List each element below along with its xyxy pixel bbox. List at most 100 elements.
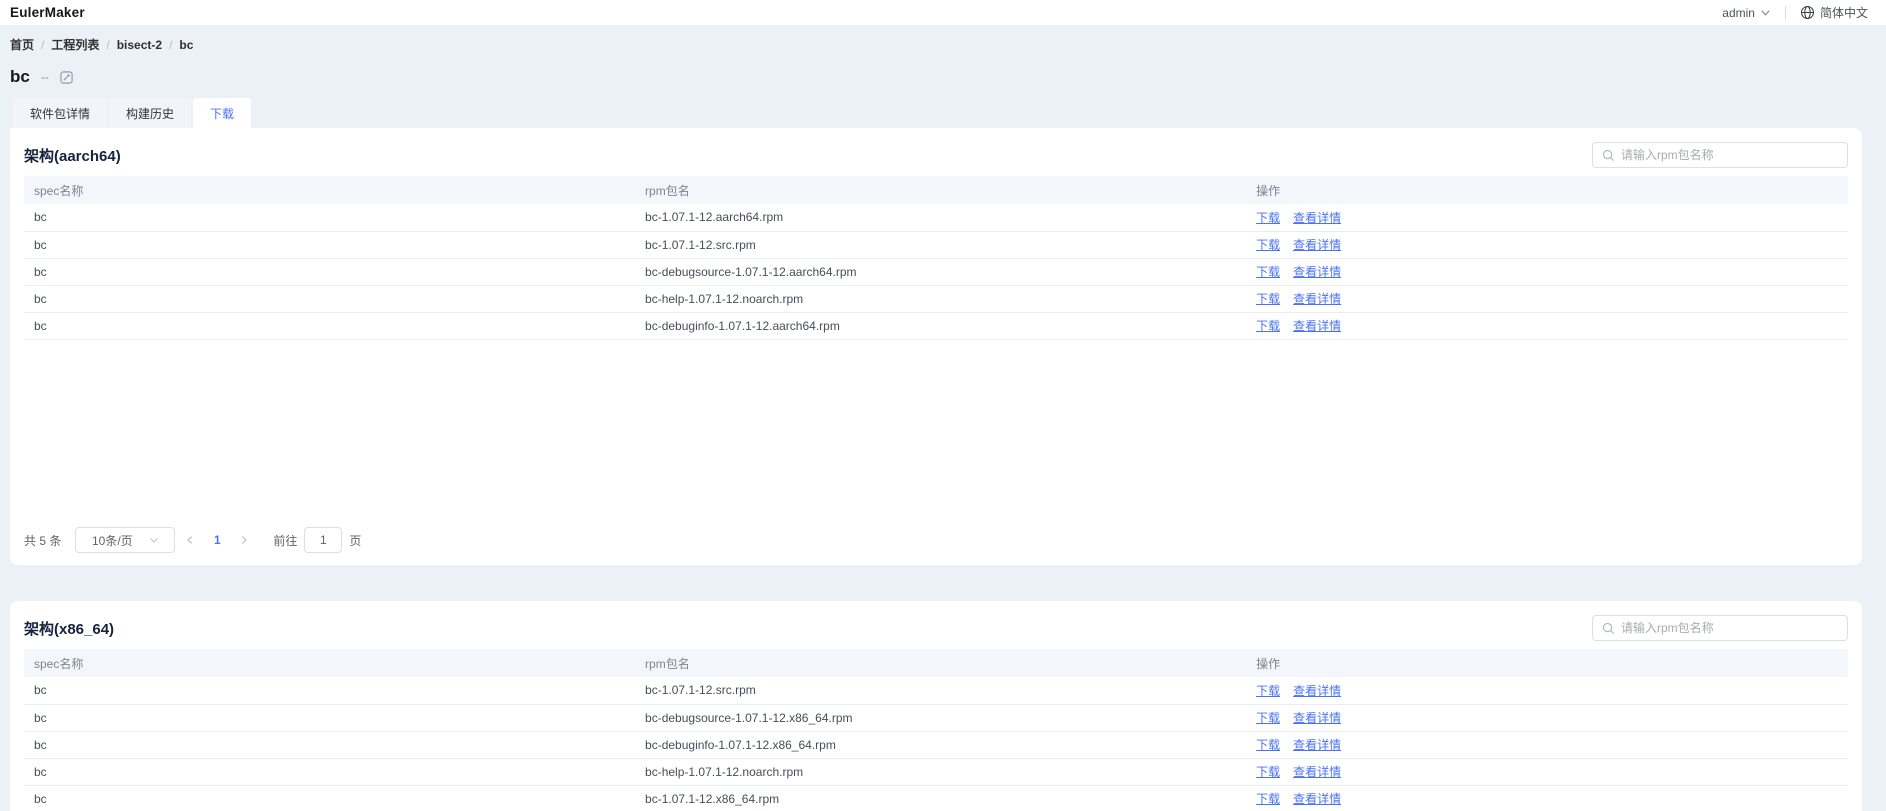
rpm-cell: bc-1.07.1-12.src.rpm <box>635 231 1246 258</box>
page-title: bc <box>10 67 30 87</box>
download-link[interactable]: 下载 <box>1256 265 1280 279</box>
rpm-search-input[interactable] <box>1621 621 1838 635</box>
download-link[interactable]: 下载 <box>1256 738 1280 752</box>
table-row: bcbc-debuginfo-1.07.1-12.x86_64.rpm 下载查看详… <box>24 731 1848 758</box>
brand-logo[interactable]: EulerMaker <box>10 5 85 20</box>
total-count: 共 5 条 <box>24 532 61 549</box>
download-link[interactable]: 下载 <box>1256 684 1280 698</box>
view-details-link[interactable]: 查看详情 <box>1293 765 1341 779</box>
action-cell: 下载查看详情 <box>1246 258 1848 285</box>
rpm-cell: bc-debuginfo-1.07.1-12.x86_64.rpm <box>635 731 1246 758</box>
table-row: bcbc-1.07.1-12.aarch64.rpm下载查看详情 <box>24 204 1848 231</box>
action-cell: 下载查看详情 <box>1246 704 1848 731</box>
download-link[interactable]: 下载 <box>1256 292 1280 306</box>
rpm-cell: bc-help-1.07.1-12.noarch.rpm <box>635 285 1246 312</box>
download-link[interactable]: 下载 <box>1256 211 1280 225</box>
spec-cell: bc <box>24 785 635 811</box>
spec-cell: bc <box>24 285 635 312</box>
section-x86-64: 架构(x86_64) spec名称 rpm包名 操作 bcbc-1.07.1-1… <box>10 601 1862 811</box>
breadcrumb-separator: / <box>106 38 109 52</box>
page-title-row: bc -- <box>10 66 1886 88</box>
breadcrumb-separator: / <box>169 38 172 52</box>
download-link[interactable]: 下载 <box>1256 319 1280 333</box>
table-row: bcbc-debugsource-1.07.1-12.aarch64.rpm下载… <box>24 258 1848 285</box>
spec-cell: bc <box>24 204 635 231</box>
view-details-link[interactable]: 查看详情 <box>1293 792 1341 806</box>
page-size-select[interactable]: 10条/页 <box>75 527 175 553</box>
goto-label: 前往 <box>273 532 297 549</box>
column-header-action: 操作 <box>1246 649 1848 677</box>
column-header-rpm: rpm包名 <box>635 649 1246 677</box>
rpm-cell: bc-1.07.1-12.aarch64.rpm <box>635 204 1246 231</box>
view-details-link[interactable]: 查看详情 <box>1293 711 1341 725</box>
spec-cell: bc <box>24 731 635 758</box>
navbar-right: admin 简体中文 <box>1722 4 1868 21</box>
breadcrumb-separator: / <box>41 38 44 52</box>
top-navbar: EulerMaker admin 简体中文 <box>0 0 1886 26</box>
page-subtitle: -- <box>41 70 49 84</box>
download-link[interactable]: 下载 <box>1256 792 1280 806</box>
page-unit-label: 页 <box>349 532 361 549</box>
prev-page-button[interactable] <box>175 527 205 553</box>
user-menu[interactable]: admin <box>1722 6 1771 20</box>
breadcrumb-item-package: bc <box>179 38 193 52</box>
tab-bar: 软件包详情 构建历史 下载 <box>13 98 1886 128</box>
table-row: bcbc-help-1.07.1-12.noarch.rpm下载查看详情 <box>24 758 1848 785</box>
action-cell: 下载查看详情 <box>1246 677 1848 704</box>
divider <box>1785 6 1786 20</box>
view-details-link[interactable]: 查看详情 <box>1293 211 1341 225</box>
section-aarch64: 架构(aarch64) spec名称 rpm包名 操作 bcbc-1.07.1-… <box>10 128 1862 565</box>
table-row: bcbc-debugsource-1.07.1-12.x86_64.rpm下载查… <box>24 704 1848 731</box>
view-details-link[interactable]: 查看详情 <box>1293 684 1341 698</box>
next-page-button[interactable] <box>229 527 259 553</box>
view-details-link[interactable]: 查看详情 <box>1293 292 1341 306</box>
breadcrumb-item-home[interactable]: 首页 <box>10 36 34 53</box>
tab-package-details[interactable]: 软件包详情 <box>13 98 107 128</box>
table-row: bcbc-help-1.07.1-12.noarch.rpm下载查看详情 <box>24 285 1848 312</box>
download-link[interactable]: 下载 <box>1256 711 1280 725</box>
view-details-link[interactable]: 查看详情 <box>1293 265 1341 279</box>
rpm-cell: bc-1.07.1-12.x86_64.rpm <box>635 785 1246 811</box>
download-link[interactable]: 下载 <box>1256 238 1280 252</box>
action-cell: 下载查看详情 <box>1246 758 1848 785</box>
action-cell: 下载查看详情 <box>1246 285 1848 312</box>
rpm-search-box <box>1592 615 1848 641</box>
pagination: 共 5 条 10条/页 1 前往 页 <box>24 527 1848 553</box>
username: admin <box>1722 6 1755 20</box>
view-details-link[interactable]: 查看详情 <box>1293 738 1341 752</box>
rpm-cell: bc-debugsource-1.07.1-12.x86_64.rpm <box>635 704 1246 731</box>
section-title-x86-64: 架构(x86_64) <box>24 618 114 639</box>
breadcrumb-item-project[interactable]: bisect-2 <box>117 38 162 52</box>
column-header-action: 操作 <box>1246 176 1848 204</box>
search-icon <box>1602 622 1615 635</box>
action-cell: 下载查看详情 <box>1246 231 1848 258</box>
rpm-cell: bc-help-1.07.1-12.noarch.rpm <box>635 758 1246 785</box>
page-number-1[interactable]: 1 <box>205 533 229 547</box>
language-switcher[interactable]: 简体中文 <box>1800 4 1868 21</box>
column-header-spec: spec名称 <box>24 649 635 677</box>
table-row: bcbc-1.07.1-12.src.rpm下载查看详情 <box>24 677 1848 704</box>
rpm-search-box <box>1592 142 1848 168</box>
download-link[interactable]: 下载 <box>1256 765 1280 779</box>
tab-download[interactable]: 下载 <box>193 98 251 128</box>
column-header-spec: spec名称 <box>24 176 635 204</box>
edit-icon[interactable] <box>60 71 73 84</box>
rpm-search-input[interactable] <box>1621 148 1838 162</box>
view-details-link[interactable]: 查看详情 <box>1293 238 1341 252</box>
tab-build-history[interactable]: 构建历史 <box>109 98 191 128</box>
breadcrumb-item-projects[interactable]: 工程列表 <box>51 36 99 53</box>
goto-page-input[interactable] <box>304 527 342 553</box>
download-table-x86-64: spec名称 rpm包名 操作 bcbc-1.07.1-12.src.rpm下载… <box>24 649 1848 811</box>
rpm-cell: bc-debuginfo-1.07.1-12.aarch64.rpm <box>635 312 1246 339</box>
column-header-rpm: rpm包名 <box>635 176 1246 204</box>
download-table-aarch64: spec名称 rpm包名 操作 bcbc-1.07.1-12.aarch64.r… <box>24 176 1848 340</box>
action-cell: 下载查看详情 <box>1246 204 1848 231</box>
rpm-cell: bc-debugsource-1.07.1-12.aarch64.rpm <box>635 258 1246 285</box>
breadcrumb: 首页 / 工程列表 / bisect-2 / bc <box>10 36 1886 53</box>
globe-icon <box>1800 5 1815 20</box>
spec-cell: bc <box>24 231 635 258</box>
spec-cell: bc <box>24 677 635 704</box>
spec-cell: bc <box>24 758 635 785</box>
spec-cell: bc <box>24 704 635 731</box>
view-details-link[interactable]: 查看详情 <box>1293 319 1341 333</box>
